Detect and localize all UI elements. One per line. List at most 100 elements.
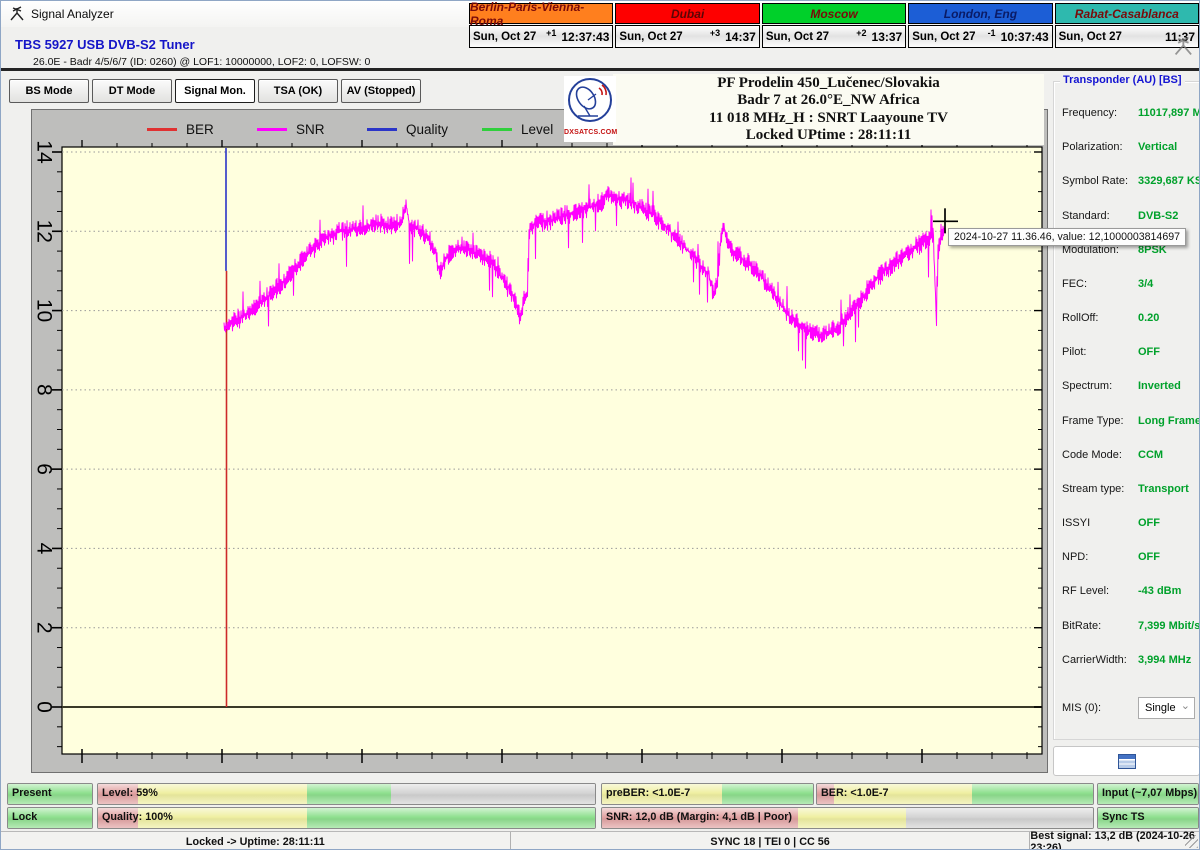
clock-utc-offset: -1	[988, 28, 996, 38]
bar-segment-green	[722, 784, 813, 804]
field-label: BitRate:	[1062, 620, 1138, 632]
field-label: Polarization:	[1062, 141, 1138, 153]
clock-city-label: Dubai	[615, 3, 759, 24]
field-value: OFF	[1138, 551, 1160, 563]
stream-list-button[interactable]	[1053, 746, 1200, 776]
mis-select[interactable]: Single ⌄	[1138, 697, 1195, 719]
chart-plot-area[interactable]: 02468101214	[32, 110, 1047, 772]
indicator-bar-input: Input (~7,07 Mbps)	[1097, 783, 1199, 805]
indicator-bar-syncts: Sync TS	[1097, 807, 1199, 829]
field-label: Frequency:	[1062, 107, 1138, 119]
transponder-field-bitrate: BitRate:7,399 Mbit/s	[1062, 609, 1197, 643]
field-label: Stream type:	[1062, 483, 1138, 495]
bar-segment-yellow	[798, 808, 906, 828]
list-icon	[1118, 754, 1136, 769]
tuner-subtitle: 26.0E - Badr 4/5/6/7 (ID: 0260) @ LOF1: …	[33, 56, 370, 68]
chart-value-tooltip: 2024-10-27 11.36.46, value: 12,100000381…	[948, 228, 1186, 246]
clock-utc-offset: +2	[856, 28, 866, 38]
transponder-field-stream-type: Stream type:Transport	[1062, 472, 1197, 506]
field-label: NPD:	[1062, 551, 1138, 563]
mis-label: MIS (0):	[1062, 702, 1138, 714]
clock-datetime: Sun, Oct 27+112:37:43	[469, 25, 613, 48]
bar-segment-green	[307, 808, 595, 828]
field-value: 7,399 Mbit/s	[1138, 620, 1200, 632]
dxsatcs-logo-text: DXSATCS.COM	[564, 129, 616, 136]
indicator-bar-quality: Quality: 100%	[97, 807, 596, 829]
field-value: -43 dBm	[1138, 585, 1181, 597]
clock-utc-offset: +1	[546, 28, 556, 38]
clock-city-label: Moscow	[762, 3, 906, 24]
corner-antenna-icon	[1173, 35, 1195, 57]
bar-label: Present	[12, 784, 52, 803]
field-value: 3,994 MHz	[1138, 654, 1191, 666]
statusbar-section-1: SYNC 18 | TEI 0 | CC 56	[511, 832, 1031, 850]
field-label: Code Mode:	[1062, 449, 1138, 461]
y-axis-label-10: 10	[33, 299, 56, 322]
transponder-panel-title: Transponder (AU) [BS]	[1060, 74, 1185, 86]
bar-segment-green	[307, 784, 391, 804]
y-axis-label-8: 8	[33, 384, 56, 396]
bar-label: Lock	[12, 808, 37, 827]
bar-label: BER: <1.0E-7	[821, 784, 889, 803]
mode-button-dt-mode[interactable]: DT Mode	[92, 79, 172, 103]
transponder-field-frame-type: Frame Type:Long Frame	[1062, 404, 1197, 438]
indicator-bar-snr: SNR: 12,0 dB (Margin: 4,1 dB | Poor)	[601, 807, 1094, 829]
clock-utc-offset: +3	[710, 28, 720, 38]
bar-segment-silver	[906, 808, 1093, 828]
clock-datetime: Sun, Oct 27+213:37	[762, 25, 906, 48]
field-label: FEC:	[1062, 278, 1138, 290]
transponder-field-npd: NPD:OFF	[1062, 540, 1197, 574]
field-value: DVB-S2	[1138, 210, 1178, 222]
dxsatcs-logo-graphic	[566, 76, 614, 126]
y-axis-label-12: 12	[33, 220, 56, 243]
clock-date: Sun, Oct 27	[766, 31, 829, 43]
separator-line	[1, 68, 1199, 71]
transponder-field-pilot: Pilot:OFF	[1062, 335, 1197, 369]
bar-label: Sync TS	[1102, 808, 1145, 827]
bar-label: Quality: 100%	[102, 808, 173, 827]
indicator-bar-present: Present	[7, 783, 93, 805]
clock-date: Sun, Oct 27	[1059, 31, 1122, 43]
status-bar: Locked -> Uptime: 28:11:11SYNC 18 | TEI …	[1, 831, 1200, 850]
window-title: Signal Analyzer	[31, 7, 114, 21]
y-axis-label-2: 2	[33, 622, 56, 634]
indicator-bar-lock: Lock	[7, 807, 93, 829]
clock-time: 10:37:43	[1001, 30, 1049, 44]
field-value: OFF	[1138, 346, 1160, 358]
bar-label: preBER: <1.0E-7	[606, 784, 690, 803]
transponder-field-carrierwidth: CarrierWidth:3,994 MHz	[1062, 643, 1197, 677]
chevron-down-icon: ⌄	[1181, 699, 1190, 712]
bar-segment-green	[972, 784, 1093, 804]
field-label: Pilot:	[1062, 346, 1138, 358]
field-value: OFF	[1138, 517, 1160, 529]
clock-city-label: London, Eng	[908, 3, 1052, 24]
y-axis-label-14: 14	[33, 140, 56, 164]
field-value: Long Frame	[1138, 415, 1200, 427]
statusbar-section-0: Locked -> Uptime: 28:11:11	[1, 832, 511, 850]
mode-button-tsa-ok[interactable]: TSA (OK)	[258, 79, 338, 103]
field-label: Frame Type:	[1062, 415, 1138, 427]
chart-title-line: Locked UPtime : 28:11:11	[613, 127, 1044, 144]
transponder-field-polarization: Polarization:Vertical	[1062, 130, 1197, 164]
field-value: 3329,687 KS/s	[1138, 175, 1200, 187]
clock-time: 12:37:43	[561, 30, 609, 44]
transponder-field-fec: FEC:3/4	[1062, 267, 1197, 301]
field-value: Vertical	[1138, 141, 1177, 153]
clock-london-eng: London, Eng Sun, Oct 27 -1 10:37:43	[908, 3, 1052, 49]
mode-button-av-stopped[interactable]: AV (Stopped)	[341, 79, 421, 103]
field-value: 0.20	[1138, 312, 1159, 324]
mis-row: MIS (0): Single ⌄	[1062, 697, 1195, 719]
indicator-bar-level: Level: 59%	[97, 783, 596, 805]
transponder-panel: Transponder (AU) [BS] Frequency:11017,89…	[1053, 81, 1200, 740]
y-axis-label-6: 6	[33, 463, 56, 475]
transponder-fields: Frequency:11017,897 MHzPolarization:Vert…	[1062, 96, 1197, 677]
clock-time: 14:37	[725, 30, 756, 44]
bar-segment-silver	[391, 784, 595, 804]
mode-button-bs-mode[interactable]: BS Mode	[9, 79, 89, 103]
resize-grip[interactable]	[1185, 835, 1198, 848]
mode-button-signal-mon[interactable]: Signal Mon.	[175, 79, 255, 103]
bar-segment-yellow	[138, 784, 307, 804]
clock-date: Sun, Oct 27	[912, 31, 975, 43]
clock-berlin-paris-vienna-roma: Berlin-Paris-Vienna-RomaSun, Oct 27+112:…	[469, 3, 613, 49]
clock-datetime: Sun, Oct 27 -1 10:37:43	[908, 25, 1052, 48]
